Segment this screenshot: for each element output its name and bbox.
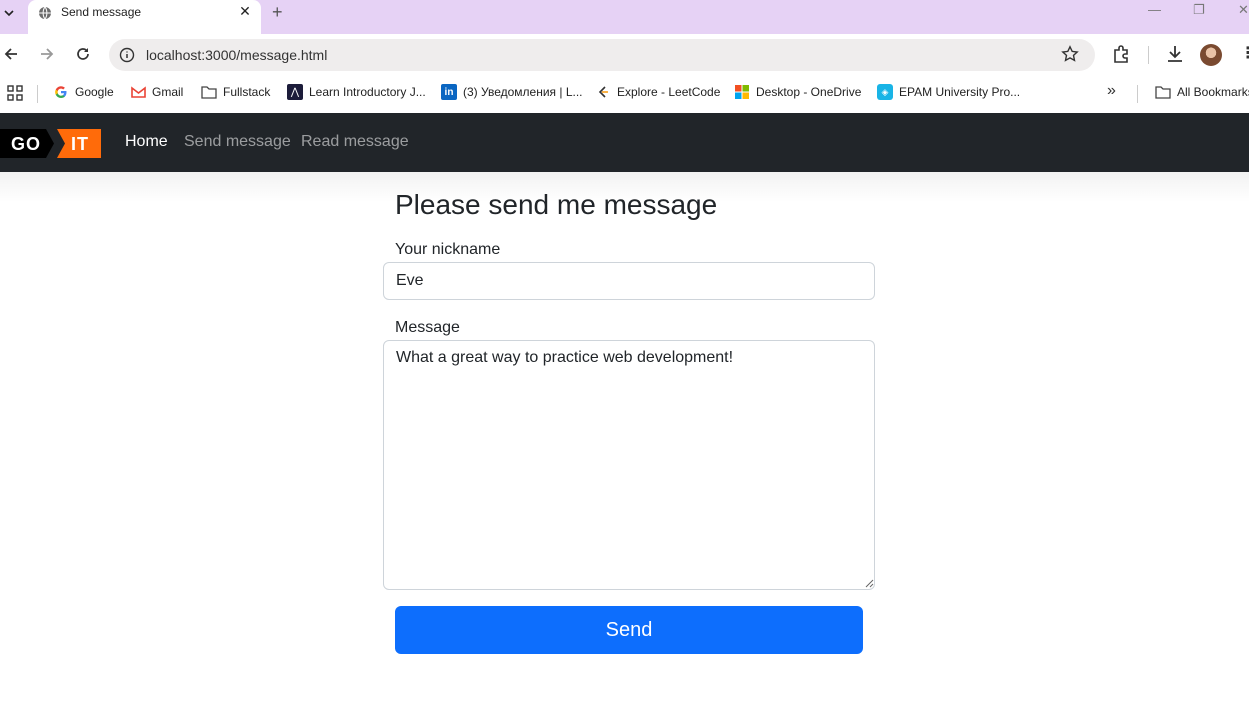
bookmark-separator: [37, 85, 38, 103]
browser-toolbar: localhost:3000/message.html ⋮: [0, 34, 1249, 76]
back-icon[interactable]: [0, 43, 22, 65]
folder-icon: [1155, 84, 1171, 100]
resize-grip-icon[interactable]: [864, 578, 874, 588]
page-title: Please send me message: [395, 189, 718, 220]
tab-search-chevron-icon[interactable]: [0, 2, 18, 24]
bookmark-separator: [1137, 85, 1138, 103]
tab-strip: Send message ✕ + — ❐ ✕: [0, 0, 1249, 34]
apps-grid-icon[interactable]: [7, 85, 23, 101]
bookmark-leetcode[interactable]: Explore - LeetCode: [595, 84, 720, 100]
extensions-icon[interactable]: [1112, 44, 1132, 64]
nickname-label: Your nickname: [395, 241, 501, 258]
bookmark-onedrive[interactable]: Desktop - OneDrive: [734, 84, 861, 100]
nav-read-message[interactable]: Read message: [301, 133, 409, 151]
browser-tab[interactable]: Send message ✕: [28, 0, 261, 34]
bookmark-google[interactable]: Google: [53, 84, 114, 100]
nickname-input[interactable]: Eve: [383, 262, 875, 300]
menu-kebab-icon[interactable]: ⋮: [1240, 43, 1249, 63]
tab-title: Send message: [61, 5, 142, 19]
window-close-icon[interactable]: ✕: [1238, 2, 1249, 18]
linkedin-icon: in: [441, 84, 457, 100]
bookmark-gmail[interactable]: Gmail: [130, 84, 183, 100]
bookmark-linkedin[interactable]: in (3) Уведомления | L...: [441, 84, 583, 100]
forward-icon[interactable]: [36, 43, 58, 65]
bookmark-label: Fullstack: [223, 85, 271, 99]
bookmark-fullstack[interactable]: Fullstack: [201, 84, 270, 100]
nav-home[interactable]: Home: [125, 133, 168, 151]
all-bookmarks[interactable]: All Bookmarks: [1155, 84, 1249, 100]
leetcode-icon: [595, 84, 611, 100]
folder-icon: [201, 84, 217, 100]
microsoft-icon: [734, 84, 750, 100]
site-info-icon[interactable]: [119, 47, 135, 63]
bookmark-label: Learn Introductory J...: [309, 85, 426, 99]
all-bookmarks-label: All Bookmarks: [1177, 85, 1249, 99]
bookmarks-overflow-icon[interactable]: »: [1107, 82, 1116, 100]
google-icon: [53, 84, 69, 100]
bookmark-learn-introductory[interactable]: ⋀ Learn Introductory J...: [287, 84, 426, 100]
download-icon[interactable]: [1165, 44, 1185, 64]
epam-icon: ◈: [877, 84, 893, 100]
bookmark-epam[interactable]: ◈ EPAM University Pro...: [877, 84, 1020, 100]
globe-icon: [39, 6, 51, 20]
logo-text-left: GO: [11, 134, 41, 154]
reload-icon[interactable]: [72, 43, 94, 65]
bookmark-label: EPAM University Pro...: [899, 85, 1021, 99]
message-label: Message: [395, 319, 460, 336]
url-text[interactable]: localhost:3000/message.html: [146, 47, 327, 63]
toolbar-divider: [1148, 46, 1149, 64]
bookmark-label: Explore - LeetCode: [617, 85, 721, 99]
bookmark-label: Google: [75, 85, 114, 99]
restore-icon[interactable]: ❐: [1193, 2, 1205, 18]
bookmark-star-icon[interactable]: [1061, 45, 1079, 63]
message-textarea[interactable]: What a great way to practice web develop…: [383, 340, 875, 590]
tab-close-icon[interactable]: ✕: [238, 3, 252, 20]
gmail-icon: [130, 84, 146, 100]
minimize-icon[interactable]: —: [1148, 2, 1161, 17]
new-tab-icon[interactable]: +: [272, 2, 283, 23]
nav-send-message[interactable]: Send message: [184, 133, 291, 151]
site-navbar: GO IT Home Send message Read message: [0, 113, 1249, 172]
send-button[interactable]: Send: [395, 606, 863, 654]
bookmark-label: Gmail: [152, 85, 184, 99]
goit-logo[interactable]: GO IT: [0, 129, 101, 158]
bookmark-label: Desktop - OneDrive: [756, 85, 862, 99]
profile-avatar[interactable]: [1200, 44, 1222, 66]
address-bar[interactable]: localhost:3000/message.html: [109, 39, 1095, 71]
bookmark-label: (3) Уведомления | L...: [463, 85, 583, 99]
learn-site-icon: ⋀: [287, 84, 303, 100]
bookmarks-bar: Google Gmail Fullstack ⋀ Learn Introduct…: [0, 76, 1249, 113]
logo-text-right: IT: [71, 134, 89, 154]
